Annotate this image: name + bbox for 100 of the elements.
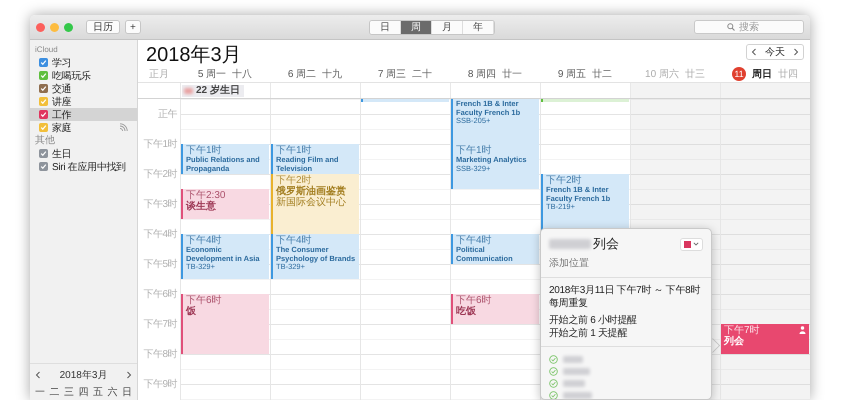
search-field[interactable]: 搜索 bbox=[694, 20, 804, 34]
calendar-checkbox[interactable] bbox=[39, 123, 48, 132]
time-label: 下午9时 bbox=[143, 379, 177, 390]
calendar-checkbox[interactable] bbox=[39, 162, 48, 171]
calendar-color-picker[interactable] bbox=[680, 238, 703, 250]
weekday-label: 五 bbox=[93, 386, 103, 399]
time-label: 下午6时 bbox=[143, 289, 177, 300]
calendar-item[interactable]: Siri 在应用中找到 bbox=[30, 160, 137, 173]
calendar-item[interactable]: 吃喝玩乐 bbox=[30, 69, 137, 82]
alert-setting[interactable]: 开始之前 1 天提醒 bbox=[549, 327, 703, 340]
event-title: 吃饭 bbox=[456, 306, 477, 317]
event-time: 下午2时 bbox=[276, 175, 312, 186]
previous-week-icon[interactable] bbox=[751, 48, 757, 56]
day-label: 10 周六 bbox=[645, 68, 679, 81]
event-time: 下午4时 bbox=[186, 235, 222, 246]
time-label: 下午8时 bbox=[143, 349, 177, 360]
calendar-checkbox[interactable] bbox=[39, 84, 48, 93]
alert-setting[interactable]: 开始之前 6 小时提醒 bbox=[549, 314, 703, 327]
calendar-event[interactable] bbox=[541, 99, 629, 102]
add-button[interactable]: + bbox=[125, 20, 141, 34]
view-tab[interactable]: 日 bbox=[370, 20, 401, 34]
time-label: 下午3时 bbox=[143, 199, 177, 210]
blurred-text bbox=[563, 368, 590, 374]
event-time: 下午4时 bbox=[456, 235, 492, 246]
day-label: 7 周三 bbox=[378, 68, 406, 81]
weekday-label: 四 bbox=[78, 386, 88, 399]
calendar-item[interactable]: 学习 bbox=[30, 56, 137, 69]
weekday-label: 日 bbox=[122, 386, 132, 399]
event-time: 下午1时 bbox=[186, 145, 222, 156]
lunar-date: 廿三 bbox=[684, 68, 705, 81]
event-time: 下午1时 bbox=[276, 145, 312, 156]
calendars-button[interactable]: 日历 bbox=[86, 20, 120, 34]
next-month-icon[interactable] bbox=[126, 371, 132, 379]
view-tab[interactable]: 月 bbox=[432, 20, 463, 34]
today-badge: 11 bbox=[732, 67, 746, 81]
event-time: 下午2:30 bbox=[186, 190, 226, 201]
caret-icon bbox=[693, 242, 699, 246]
lunar-date: 十八 bbox=[232, 68, 252, 81]
calendar-event[interactable]: 下午2:30 谈生意 bbox=[181, 189, 269, 219]
calendar-checkbox[interactable] bbox=[39, 149, 48, 158]
day-label: 9 周五 bbox=[558, 68, 586, 81]
calendar-item[interactable]: 生日 bbox=[30, 147, 137, 160]
calendar-event[interactable]: 下午7时 列会 bbox=[721, 324, 809, 354]
time-label: 下午4时 bbox=[143, 229, 177, 240]
weekday-label: 六 bbox=[108, 386, 118, 399]
lunar-date: 廿一 bbox=[502, 68, 522, 81]
calendar-checkbox[interactable] bbox=[39, 71, 48, 80]
time-label: 正午 bbox=[158, 109, 177, 120]
lunar-date: 十九 bbox=[322, 68, 342, 81]
zoom-button[interactable] bbox=[64, 22, 73, 32]
month-title: 2018年3月 bbox=[146, 44, 242, 66]
weekday-label: 周日 bbox=[752, 68, 772, 81]
all-day-event[interactable]: 22 岁生日 bbox=[182, 84, 244, 96]
mini-calendar-month: 2018年3月 bbox=[60, 369, 108, 382]
time-label: 下午7时 bbox=[143, 319, 177, 330]
search-icon bbox=[727, 23, 735, 31]
view-tab[interactable]: 年 bbox=[463, 20, 494, 34]
group-title: 其他 bbox=[34, 134, 56, 147]
next-week-icon[interactable] bbox=[793, 48, 799, 56]
calendar-item[interactable]: 讲座 bbox=[30, 95, 137, 108]
time-label: 下午1时 bbox=[143, 139, 177, 150]
event-title: 饭 bbox=[186, 306, 197, 317]
event-time: 下午1时 bbox=[456, 145, 492, 156]
blurred-text bbox=[549, 239, 591, 249]
lunar-date: 廿四 bbox=[778, 68, 798, 81]
event-location: 新国际会议中心 bbox=[276, 197, 347, 208]
event-datetime[interactable]: 2018年3月11日 下午7时 ～ 下午8时 bbox=[549, 284, 703, 297]
calendar-checkbox[interactable] bbox=[39, 58, 48, 67]
location-field[interactable]: 添加位置 bbox=[549, 258, 629, 269]
event-time: 下午6时 bbox=[456, 295, 492, 306]
lunar-month: 正月 bbox=[148, 68, 170, 81]
day-label: 6 周二 bbox=[288, 68, 316, 81]
calendar-item[interactable]: 交通 bbox=[30, 82, 137, 95]
lunar-date: 廿二 bbox=[592, 68, 612, 81]
calendar-event[interactable] bbox=[361, 99, 449, 102]
event-title: 列会 bbox=[724, 336, 745, 347]
weekday-label: 二 bbox=[50, 386, 60, 399]
calendar-checkbox[interactable] bbox=[39, 110, 48, 119]
weekday-label: 一 bbox=[35, 386, 45, 399]
event-title: 列会 bbox=[593, 235, 619, 253]
event-title: 谈生意 bbox=[186, 201, 217, 212]
event-time: 下午6时 bbox=[186, 295, 222, 306]
calendar-item[interactable]: 工作 bbox=[30, 108, 137, 121]
today-button[interactable]: 今天 bbox=[763, 45, 787, 59]
close-button[interactable] bbox=[36, 22, 45, 32]
previous-month-icon[interactable] bbox=[35, 371, 41, 379]
calendar-item[interactable]: 家庭 bbox=[30, 121, 137, 134]
blurred-text bbox=[563, 356, 583, 362]
calendar-event[interactable]: 下午6时 饭 bbox=[181, 294, 269, 354]
calendar-checkbox[interactable] bbox=[39, 97, 48, 106]
repeat-setting[interactable]: 每周重复 bbox=[549, 297, 703, 310]
view-tab[interactable]: 周 bbox=[401, 20, 432, 34]
weekday-label: 三 bbox=[64, 386, 74, 399]
time-label: 下午5时 bbox=[143, 259, 177, 270]
calendar-event[interactable]: 下午6时 吃饭 bbox=[451, 294, 539, 324]
event-time: 下午4时 bbox=[276, 235, 312, 246]
day-label: 5 周一 bbox=[198, 68, 226, 81]
lunar-date: 二十 bbox=[412, 68, 432, 81]
blurred-text bbox=[563, 380, 585, 386]
day-label: 8 周四 bbox=[468, 68, 496, 81]
